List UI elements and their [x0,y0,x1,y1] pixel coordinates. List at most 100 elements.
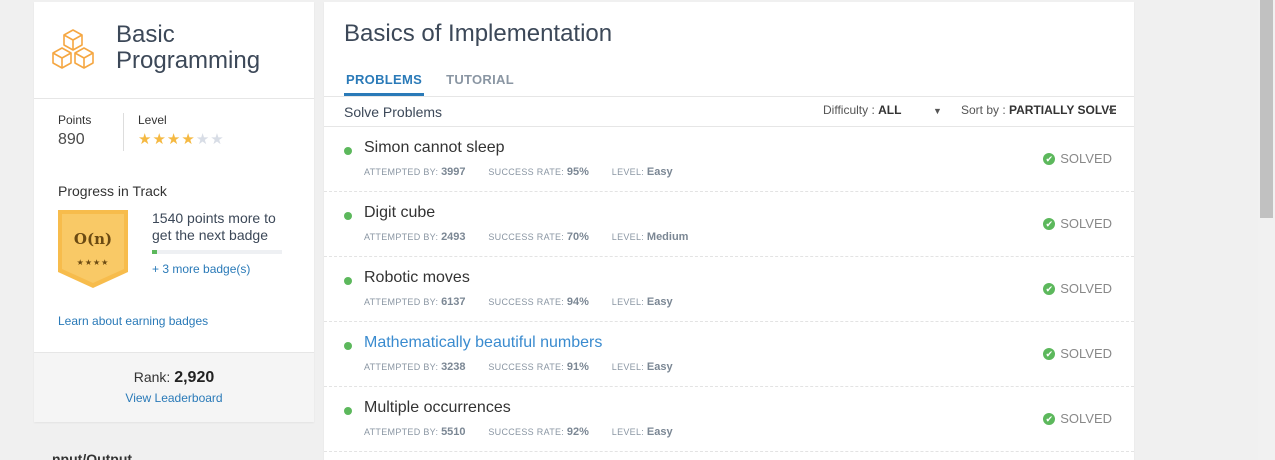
problem-meta: ATTEMPTED BY: 3238 SUCCESS RATE: 91% LEV… [364,361,693,373]
star-icon: ★ [152,131,167,148]
badge-progress-fill [152,250,158,254]
success-value: 92% [566,426,589,438]
track-title: Basic Programming [116,21,261,74]
rank-line: Rank: 2,920 [34,369,314,387]
attempted-label: ATTEMPTED BY: [364,427,439,437]
success-label: SUCCESS RATE: [488,427,565,437]
success-label: SUCCESS RATE: [488,297,565,307]
problem-meta: ATTEMPTED BY: 2493 SUCCESS RATE: 70% LEV… [364,231,708,243]
problem-title[interactable]: Multiple occurrences [364,399,511,417]
difficulty-value: ALL [878,103,902,117]
success-value: 95% [566,166,589,178]
tab-problems[interactable]: PROBLEMS [344,60,425,96]
leaderboard-link[interactable]: View Leaderboard [34,391,314,405]
more-badges-link[interactable]: + 3 more badge(s) [152,262,282,276]
partial-section-title: nput/Output [52,451,133,460]
sort-dropdown[interactable]: Sort by : PARTIALLY SOLVED [961,103,1116,117]
level-meta-value: Easy [646,426,673,438]
problem-row[interactable]: Mathematically beautiful numbers ATTEMPT… [324,322,1134,387]
star-icon: ★ [181,131,196,148]
check-circle-icon: ✔ [1043,347,1056,360]
problem-row[interactable]: Robotic moves ATTEMPTED BY: 6137 SUCCESS… [324,257,1134,322]
level-meta-label: LEVEL: [611,167,645,177]
level-stars: ★★★★★★ [138,130,225,148]
attempted-value: 6137 [441,296,466,308]
level-stat: Level ★★★★★★ [124,113,225,165]
problem-meta: ATTEMPTED BY: 5510 SUCCESS RATE: 92% LEV… [364,426,693,438]
status-text: SOLVED [1060,346,1112,361]
star-icon: ★ [195,131,211,148]
status-dot-icon [344,147,352,155]
status-dot-icon [344,407,352,415]
status-dot-icon [344,212,352,220]
points-label: Points [58,113,92,127]
problem-meta: ATTEMPTED BY: 6137 SUCCESS RATE: 94% LEV… [364,296,693,308]
level-meta-label: LEVEL: [611,297,645,307]
level-meta-value: Medium [646,231,689,243]
filter-bar: Solve Problems Difficulty : ALL ▼ Sort b… [324,97,1134,127]
attempted-value: 2493 [441,231,466,243]
level-meta-label: LEVEL: [611,232,645,242]
problem-meta: ATTEMPTED BY: 3997 SUCCESS RATE: 95% LEV… [364,166,693,178]
progress-title: Progress in Track [58,183,167,199]
success-label: SUCCESS RATE: [488,167,565,177]
cubes-icon [52,29,94,69]
attempted-value: 5510 [441,426,466,438]
problems-card: Basics of Implementation PROBLEMS TUTORI… [324,2,1134,460]
success-label: SUCCESS RATE: [488,362,565,372]
solve-problems-title: Solve Problems [344,103,443,120]
attempted-value: 3238 [441,361,466,373]
badge-stars: ★★★★ [76,258,110,267]
status-text: SOLVED [1060,411,1112,426]
points-value: 890 [58,131,85,148]
success-label: SUCCESS RATE: [488,232,565,242]
attempted-label: ATTEMPTED BY: [364,167,439,177]
attempted-label: ATTEMPTED BY: [364,362,439,372]
difficulty-dropdown[interactable]: Difficulty : ALL [823,103,901,117]
badge-progress: 1540 points more to get the next badge +… [152,210,282,288]
attempted-label: ATTEMPTED BY: [364,232,439,242]
track-card: Basic Programming Points 890 Level ★★★★★… [34,2,314,422]
status-text: SOLVED [1060,216,1112,231]
level-meta-value: Easy [646,296,673,308]
level-meta-label: LEVEL: [611,362,645,372]
rank-box: Rank: 2,920 View Leaderboard [34,352,314,422]
learn-badges-link[interactable]: Learn about earning badges [34,288,314,328]
star-icon: ★ [210,131,225,148]
level-meta-value: Easy [646,361,673,373]
chevron-down-icon[interactable]: ▼ [1107,106,1116,116]
check-circle-icon: ✔ [1043,412,1056,425]
solved-status: ✔ SOLVED [1043,151,1112,166]
tabs: PROBLEMS TUTORIAL [324,60,1134,97]
level-label: Level [138,113,167,127]
problem-row[interactable]: Simon cannot sleep ATTEMPTED BY: 3997 SU… [324,127,1134,192]
solved-status: ✔ SOLVED [1043,411,1112,426]
check-circle-icon: ✔ [1043,152,1056,165]
scrollbar[interactable] [1258,0,1275,460]
problem-title[interactable]: Digit cube [364,204,435,222]
sort-value: PARTIALLY SOLVED [1009,103,1116,117]
success-value: 94% [566,296,589,308]
check-circle-icon: ✔ [1043,217,1056,230]
level-meta-value: Easy [646,166,673,178]
check-circle-icon: ✔ [1043,282,1056,295]
next-badge-text: 1540 points more to get the next badge [152,210,276,243]
status-dot-icon [344,342,352,350]
badge-area: O(n) ★★★★ 1540 points more to get the ne… [34,199,314,288]
tab-tutorial[interactable]: TUTORIAL [444,60,516,96]
problem-row[interactable]: Multiple occurrences ATTEMPTED BY: 5510 … [324,387,1134,452]
difficulty-label: Difficulty : [823,103,875,117]
status-dot-icon [344,277,352,285]
problem-title[interactable]: Robotic moves [364,269,470,287]
problem-title[interactable]: Simon cannot sleep [364,139,505,157]
problem-list: Simon cannot sleep ATTEMPTED BY: 3997 SU… [324,127,1134,452]
badge-progress-bar [152,250,282,254]
scrollbar-thumb[interactable] [1260,0,1273,218]
chevron-down-icon[interactable]: ▼ [933,106,942,116]
star-icon: ★ [138,131,153,148]
problem-row[interactable]: Digit cube ATTEMPTED BY: 2493 SUCCESS RA… [324,192,1134,257]
solved-status: ✔ SOLVED [1043,281,1112,296]
sort-label: Sort by : [961,103,1006,117]
status-text: SOLVED [1060,281,1112,296]
problem-title[interactable]: Mathematically beautiful numbers [364,334,602,352]
